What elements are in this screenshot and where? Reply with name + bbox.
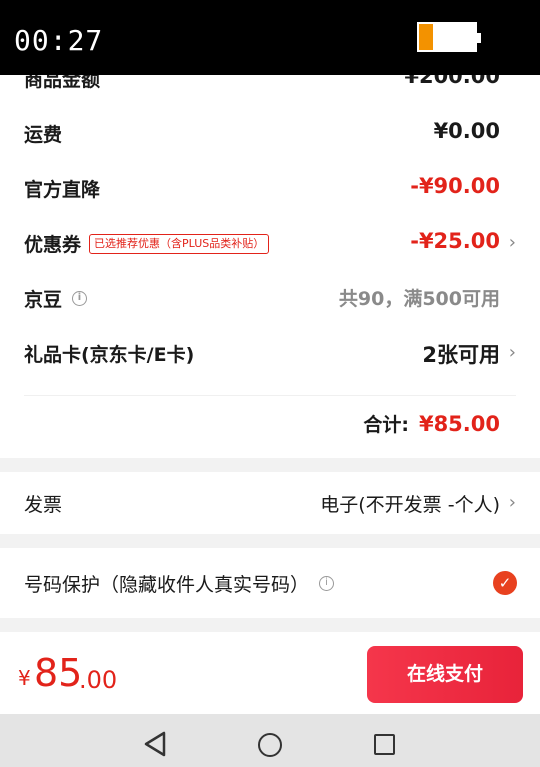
battery-level — [419, 24, 433, 50]
jingdou-label-group: 京豆 i — [24, 285, 88, 312]
gift-card-label: 礼品卡(京东卡/E卡) — [24, 344, 195, 366]
check-circle-icon[interactable]: ✓ — [493, 571, 517, 595]
back-triangle-icon[interactable] — [143, 731, 167, 761]
privacy-label-group: 号码保护（隐藏收件人真实号码） i — [24, 570, 335, 597]
order-total: 合计: ¥85.00 — [363, 410, 500, 437]
jingdou-label: 京豆 — [24, 289, 63, 311]
row-shipping-fee: 运费 ¥0.00 — [0, 113, 540, 153]
price-decimal: .00 — [79, 666, 118, 694]
official-discount-value: -¥90.00 — [410, 174, 500, 198]
row-official-discount: 官方直降 -¥90.00 — [0, 168, 540, 208]
home-circle-icon[interactable] — [258, 733, 282, 757]
gift-card-value: 2张可用 — [422, 343, 500, 367]
row-coupon[interactable]: 优惠券 已选推荐优惠（含PLUS品类补贴） -¥25.00 › — [0, 223, 540, 263]
info-icon[interactable]: i — [319, 576, 335, 591]
chevron-right-icon: › — [508, 492, 516, 513]
number-protection-row: 号码保护（隐藏收件人真实号码） i ✓ — [0, 548, 540, 618]
shipping-fee-value: ¥0.00 — [433, 119, 500, 143]
chevron-right-icon: › — [508, 232, 516, 253]
privacy-label: 号码保护（隐藏收件人真实号码） — [24, 574, 310, 596]
chevron-right-icon: › — [508, 342, 516, 363]
battery-icon — [417, 22, 481, 52]
price-currency: ¥ — [18, 666, 31, 690]
row-gift-card[interactable]: 礼品卡(京东卡/E卡) 2张可用 › — [0, 333, 540, 373]
jingdou-value: 共90，满500可用 — [338, 288, 500, 310]
row-jingdou: 京豆 i 共90，满500可用 — [0, 278, 540, 318]
battery-cap — [477, 33, 481, 43]
invoice-row[interactable]: 发票 电子(不开发票 -个人) › — [0, 472, 540, 534]
coupon-recommended-tag: 已选推荐优惠（含PLUS品类补贴） — [89, 233, 270, 254]
coupon-label: 优惠券 — [24, 234, 82, 256]
info-icon[interactable]: i — [72, 291, 88, 306]
divider — [24, 395, 516, 396]
coupon-value: -¥25.00 — [410, 229, 500, 253]
official-discount-label: 官方直降 — [24, 179, 101, 201]
status-bar: 00:27 — [0, 0, 540, 75]
order-summary-card: 商品金额 ¥200.00 运费 ¥0.00 官方直降 -¥90.00 优惠券 已… — [0, 50, 540, 458]
status-time: 00:27 — [14, 24, 104, 57]
pay-online-button[interactable]: 在线支付 — [367, 646, 523, 703]
total-amount: ¥85.00 — [418, 412, 500, 436]
system-nav-bar — [0, 714, 540, 767]
invoice-label: 发票 — [24, 494, 63, 516]
price-integer: 85 — [34, 651, 83, 695]
recent-square-icon[interactable] — [374, 734, 395, 755]
coupon-label-group: 优惠券 已选推荐优惠（含PLUS品类补贴） — [24, 230, 270, 257]
checkout-bar: ¥ 85 .00 在线支付 — [0, 632, 540, 714]
invoice-value: 电子(不开发票 -个人) — [320, 494, 500, 516]
shipping-fee-label: 运费 — [24, 124, 63, 146]
total-label: 合计: — [363, 414, 409, 436]
